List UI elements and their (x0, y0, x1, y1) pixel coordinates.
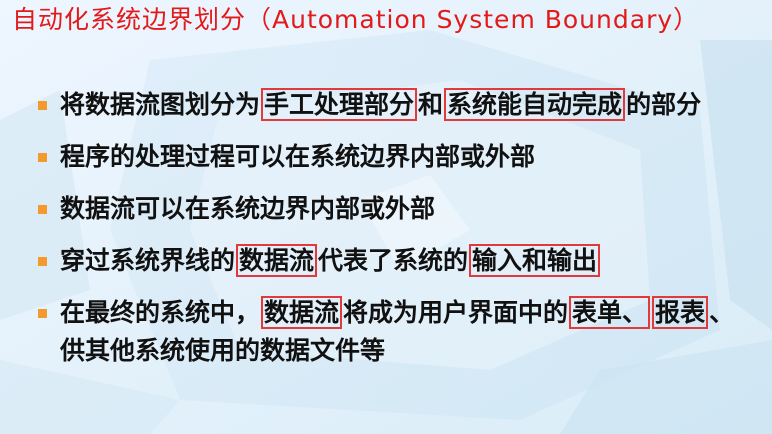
slide-title: 自动化系统边界划分（Automation System Boundary） (12, 4, 699, 36)
bullet-text: 穿过系统界线的 (60, 246, 236, 275)
highlighted-term: 表单、 (569, 296, 651, 329)
bullet-list: 将数据流图划分为 手工处理部分和系统能自动完成 的部分程序的处理过程可以在系统边界内… (32, 86, 752, 370)
bullet-item: 程序的处理过程可以在系统边界内部或外部 (32, 138, 752, 176)
bullet-text: 在最终的系统中， (60, 298, 261, 327)
bullet-text: 的部分 (626, 90, 702, 119)
highlighted-term: 系统能自动完成 (444, 88, 626, 121)
bullet-text: 程序的处理过程可以在系统边界内部或外部 (60, 142, 536, 171)
bullet-item: 在最终的系统中， 数据流 将成为用户界面中的 表单、 报表 、供其他系统使用的数据文件等 (32, 294, 752, 370)
highlighted-term: 报表 (652, 296, 709, 329)
highlighted-term: 数据流 (261, 296, 343, 329)
title-english: （Automation System Boundary） (246, 5, 700, 34)
bullet-text: 将成为用户界面中的 (343, 298, 569, 327)
highlighted-term: 数据流 (236, 244, 318, 277)
bullet-text: 将数据流图划分为 (60, 90, 261, 119)
bullet-item: 数据流可以在系统边界内部或外部 (32, 190, 752, 228)
bullet-marker-icon (38, 257, 47, 266)
bullet-marker-icon (38, 101, 47, 110)
highlighted-term: 输入和输出 (469, 244, 601, 277)
bullet-item: 穿过系统界线的 数据流 代表了系统的 输入和输出 (32, 242, 752, 280)
slide: 自动化系统边界划分（Automation System Boundary） 将数… (0, 0, 772, 434)
bullet-marker-icon (38, 153, 47, 162)
bullet-text: 数据流可以在系统边界内部或外部 (60, 194, 436, 223)
title-chinese: 自动化系统边界划分 (12, 5, 247, 34)
bullet-item: 将数据流图划分为 手工处理部分和系统能自动完成 的部分 (32, 86, 752, 124)
bullet-marker-icon (38, 309, 47, 318)
highlighted-term: 手工处理部分 (261, 88, 418, 121)
bullet-marker-icon (38, 205, 47, 214)
bullet-text: 和 (418, 90, 444, 119)
bullet-text: 代表了系统的 (318, 246, 469, 275)
